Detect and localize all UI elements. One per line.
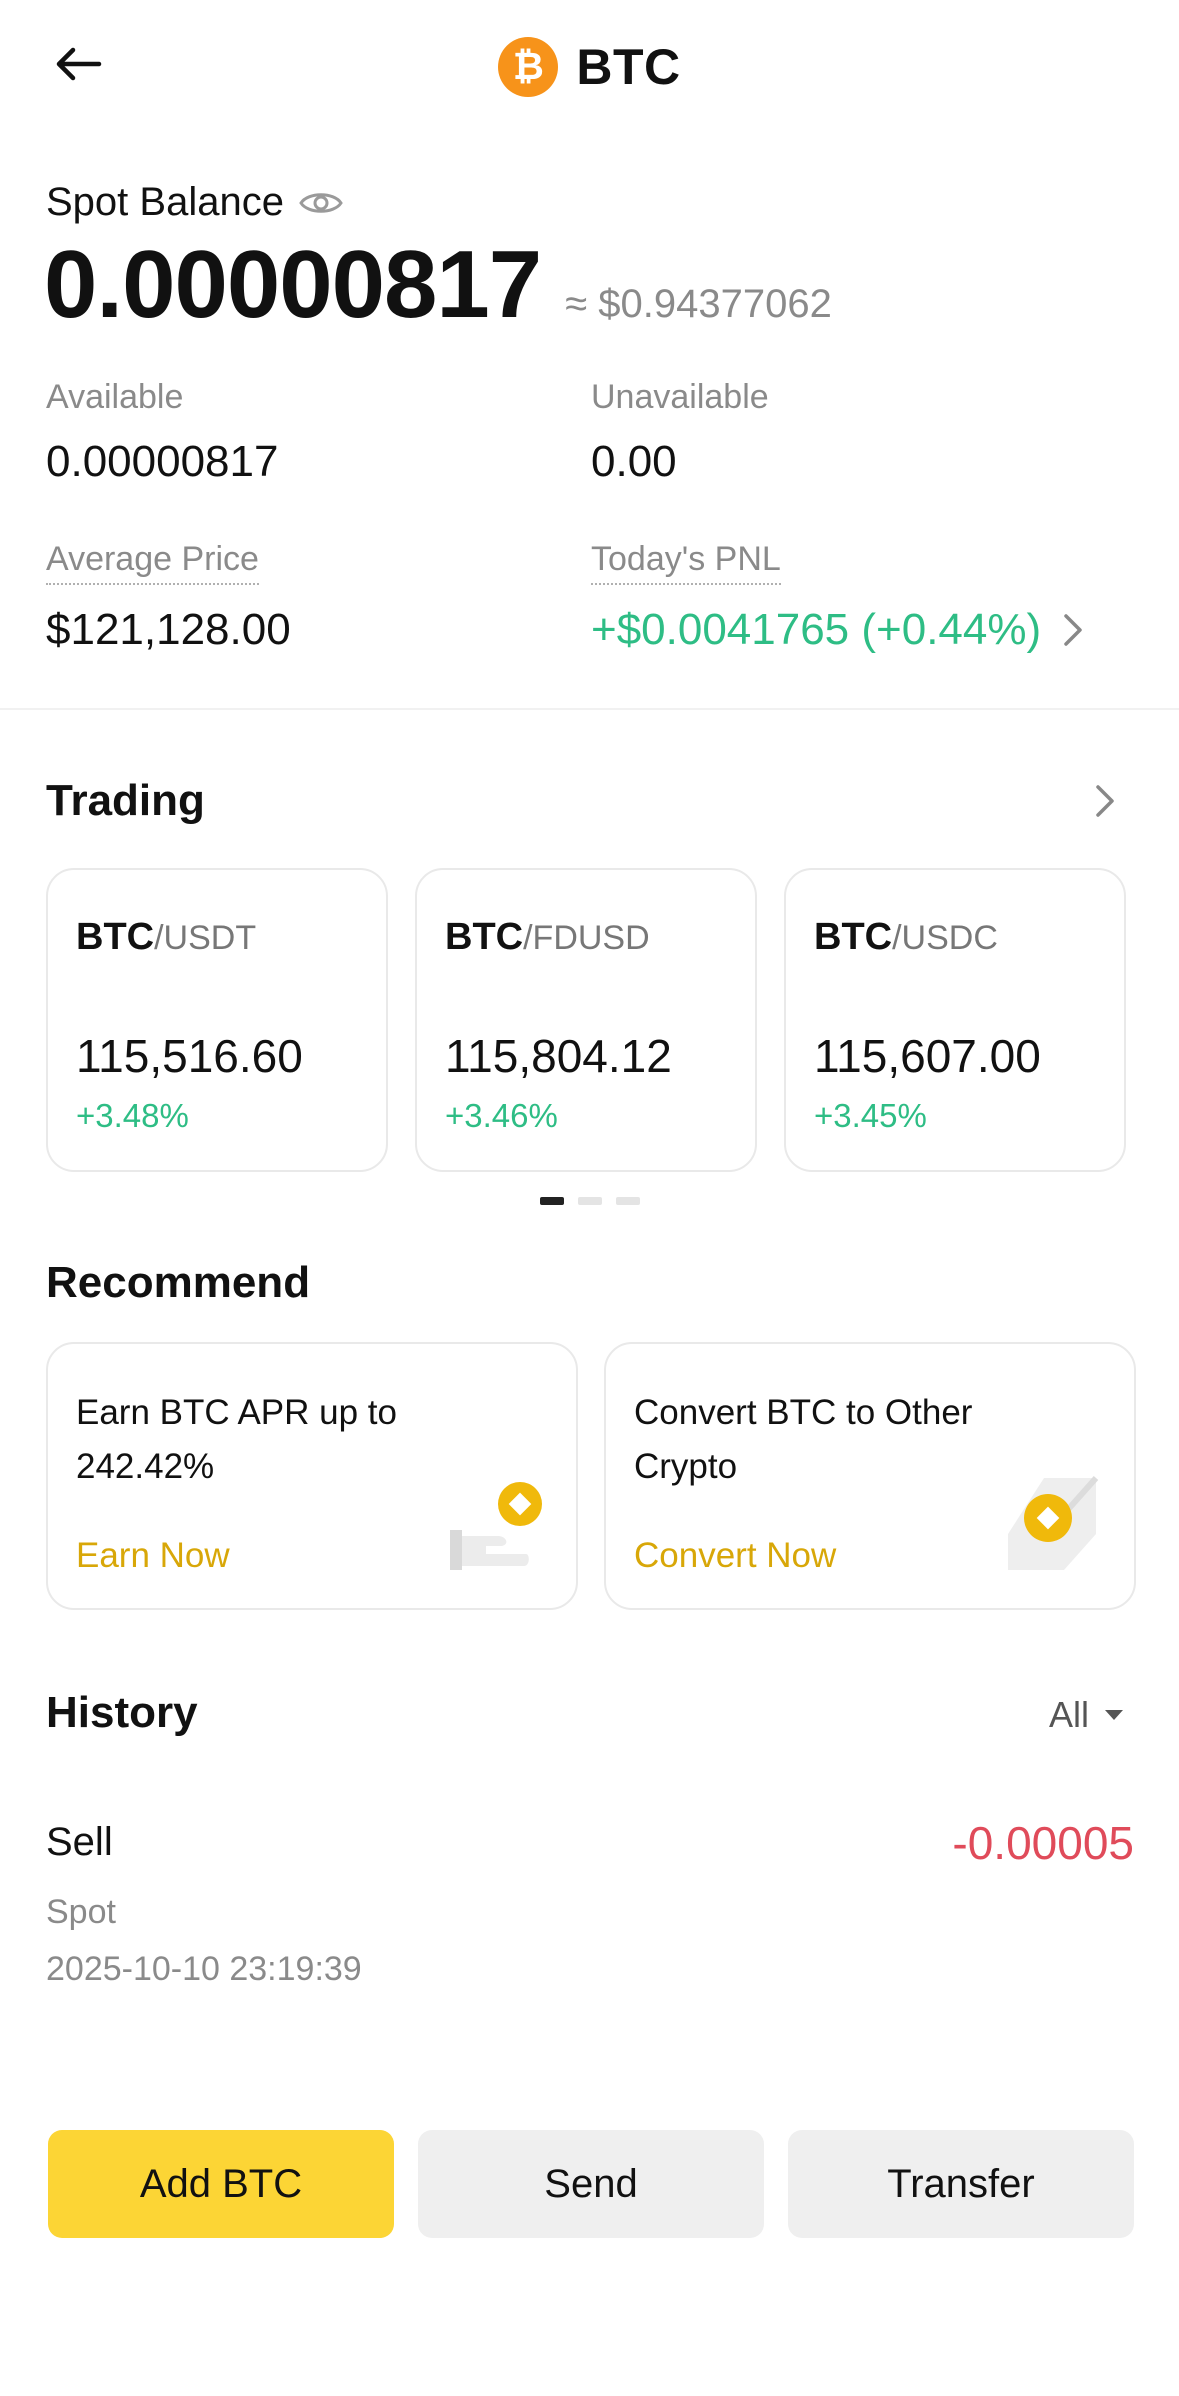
earn-now-link[interactable]: Earn Now (76, 1536, 230, 1576)
average-price-label[interactable]: Average Price (46, 540, 259, 585)
available-value: 0.00000817 (46, 437, 279, 486)
history-item[interactable]: Sell -0.00005 Spot 2025-10-10 23:19:39 (46, 1817, 1134, 2010)
pair-name: BTC/FDUSD (445, 916, 727, 959)
pair-change: +3.45% (814, 1097, 927, 1134)
unavailable-label: Unavailable (591, 378, 769, 416)
pair-name: BTC/USDC (814, 916, 1096, 959)
caret-down-icon (1105, 1710, 1123, 1720)
pair-price: 115,804.12 (445, 1030, 672, 1082)
pair-quote: /USDT (154, 919, 257, 957)
balance-row: 0.00000817 ≈ $0.94377062 (44, 230, 832, 340)
trading-pair-card[interactable]: BTC/USDT 115,516.60 +3.48% (46, 868, 388, 1172)
history-section-title: History (46, 1688, 198, 1737)
average-price-value: $121,128.00 (46, 605, 291, 654)
bitcoin-logo-icon: ₿ (498, 37, 559, 97)
carousel-pager (540, 1197, 640, 1205)
pair-change: +3.48% (76, 1097, 189, 1134)
pair-quote: /FDUSD (523, 919, 650, 957)
balance-fiat-value: ≈ $0.94377062 (565, 282, 832, 326)
available-label: Available (46, 378, 184, 416)
recommend-section-title: Recommend (46, 1258, 311, 1307)
earn-coin-hand-icon (450, 1482, 542, 1570)
transfer-button[interactable]: Transfer (788, 2130, 1134, 2238)
available-stat: Available 0.00000817 (46, 378, 278, 487)
eye-icon[interactable] (298, 187, 344, 219)
section-divider (0, 708, 1179, 710)
pair-base: BTC (814, 916, 893, 958)
trading-more-button[interactable] (1085, 778, 1125, 824)
history-filter-dropdown[interactable]: All (1049, 1694, 1125, 1736)
pair-price: 115,516.60 (76, 1030, 303, 1082)
todays-pnl-label[interactable]: Today's PNL (591, 540, 781, 585)
trading-pair-card[interactable]: BTC/FDUSD 115,804.12 +3.46% (415, 868, 757, 1172)
page-title-group: ₿ BTC (0, 34, 1179, 100)
trading-section-title: Trading (46, 776, 205, 825)
send-button[interactable]: Send (418, 2130, 764, 2238)
add-btc-button[interactable]: Add BTC (48, 2130, 394, 2238)
convert-now-link[interactable]: Convert Now (634, 1536, 836, 1576)
tx-timestamp: 2025-10-10 23:19:39 (46, 1950, 362, 1988)
unavailable-value: 0.00 (591, 437, 677, 486)
pair-change: +3.46% (445, 1097, 558, 1134)
history-filter-label: All (1048, 1694, 1089, 1735)
app-header: ₿ BTC (0, 0, 1179, 135)
balance-label: Spot Balance (46, 180, 284, 224)
todays-pnl-value: +$0.0041765 (+0.44%) (591, 605, 1042, 654)
balance-label-row: Spot Balance (46, 180, 344, 225)
tx-market: Spot (46, 1893, 116, 1931)
unavailable-stat: Unavailable 0.00 (591, 378, 769, 487)
pair-base: BTC (76, 916, 155, 958)
page-title: BTC (576, 39, 681, 95)
todays-pnl-stat: Today's PNL +$0.0041765 (+0.44%) (591, 540, 1085, 655)
pair-base: BTC (445, 916, 524, 958)
todays-pnl-row[interactable]: +$0.0041765 (+0.44%) (591, 585, 1085, 655)
tx-amount: -0.00005 (952, 1817, 1134, 1869)
balance-amount: 0.00000817 (44, 231, 542, 338)
recommend-card-text: Convert BTC to Other Crypto (634, 1393, 973, 1486)
pair-price: 115,607.00 (814, 1030, 1041, 1082)
chevron-right-icon (1096, 785, 1114, 817)
chevron-right-icon (1064, 614, 1082, 646)
convert-coin-icon (1008, 1476, 1099, 1570)
pager-dot (616, 1197, 640, 1205)
pager-dot-active (540, 1197, 564, 1205)
pager-dot (578, 1197, 602, 1205)
recommend-card-text: Earn BTC APR up to 242.42% (76, 1393, 397, 1486)
recommend-card-earn[interactable]: Earn BTC APR up to 242.42% Earn Now (46, 1342, 578, 1610)
trading-pair-card[interactable]: BTC/USDC 115,607.00 +3.45% (784, 868, 1126, 1172)
pair-quote: /USDC (892, 919, 998, 957)
recommend-card-convert[interactable]: Convert BTC to Other Crypto Convert Now (604, 1342, 1136, 1610)
pair-name: BTC/USDT (76, 916, 358, 959)
average-price-stat: Average Price $121,128.00 (46, 540, 291, 655)
